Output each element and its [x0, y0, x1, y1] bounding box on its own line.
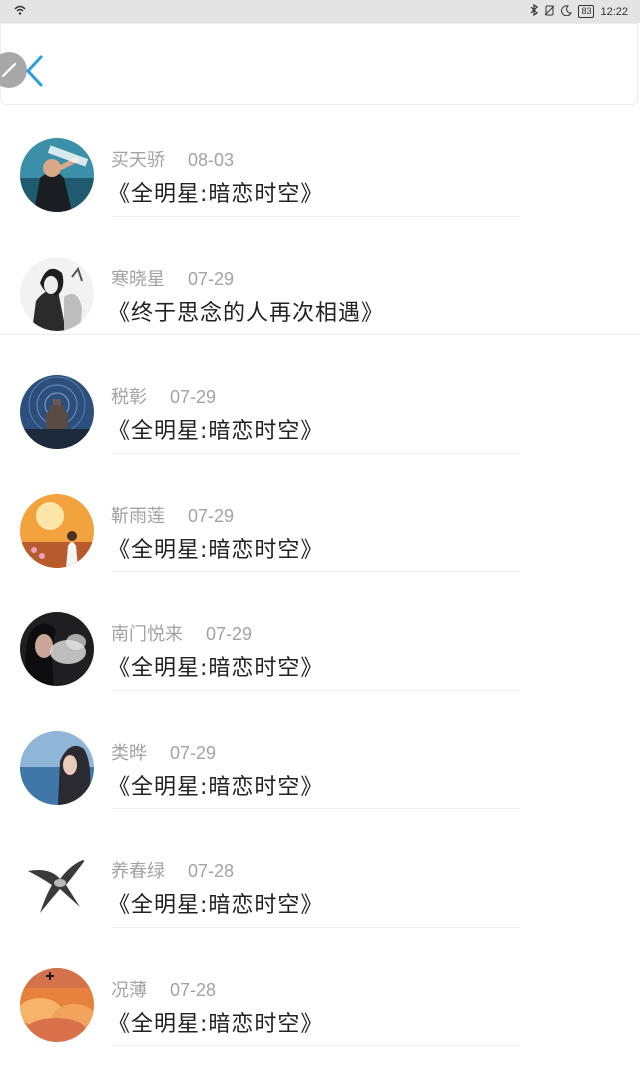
- message-title: 《全明星:暗恋时空》: [108, 656, 324, 681]
- vibrate-icon: [544, 5, 555, 19]
- avatar: [20, 493, 94, 568]
- header-bar: [0, 23, 638, 105]
- list-item[interactable]: 买天骄 08-03 《全明星:暗恋时空》: [0, 98, 640, 217]
- sender-name: 况薄: [111, 979, 147, 1000]
- message-title: 《全明星:暗恋时空》: [108, 893, 324, 918]
- sender-name: 类晔: [111, 742, 147, 763]
- list-item[interactable]: 况薄 07-28 《全明星:暗恋时空》: [0, 928, 640, 1046]
- sender-name: 买天骄: [111, 150, 165, 170]
- sender-name: 养春绿: [111, 861, 165, 881]
- sender-name: 南门悦来: [111, 624, 183, 644]
- status-bar: 83 12:22: [0, 0, 640, 23]
- message-date: 07-29: [188, 268, 235, 289]
- list-item[interactable]: 类晔 07-29 《全明星:暗恋时空》: [0, 691, 640, 809]
- list-item[interactable]: 靳雨莲 07-29 《全明星:暗恋时空》: [0, 454, 640, 572]
- avatar: [20, 138, 94, 212]
- list-item[interactable]: 南门悦来 07-29 《全明星:暗恋时空》: [0, 572, 640, 691]
- list-item[interactable]: 税彰 07-29 《全明星:暗恋时空》: [0, 335, 640, 454]
- message-date: 07-28: [170, 979, 217, 1000]
- sender-name: 靳雨莲: [111, 505, 165, 526]
- avatar: [20, 375, 94, 449]
- list-item[interactable]: 养春绿 07-28 《全明星:暗恋时空》: [0, 809, 640, 928]
- moon-icon: [561, 4, 573, 19]
- message-title: 《全明星:暗恋时空》: [108, 537, 324, 563]
- message-date: 07-28: [188, 861, 235, 881]
- bluetooth-icon: [530, 3, 539, 19]
- battery-indicator: 83: [578, 5, 595, 18]
- list-item[interactable]: 寒晓星 07-29 《终于思念的人再次相遇》: [0, 217, 640, 335]
- sender-name: 寒晓星: [111, 268, 165, 289]
- message-title: 《全明星:暗恋时空》: [108, 1011, 324, 1037]
- avatar: [20, 256, 94, 331]
- message-title: 《终于思念的人再次相遇》: [108, 300, 385, 326]
- avatar: [20, 967, 94, 1042]
- divider: [112, 1045, 520, 1046]
- back-button[interactable]: [23, 54, 47, 88]
- sender-name: 税彰: [111, 387, 147, 407]
- message-date: 08-03: [188, 150, 235, 170]
- message-date: 07-29: [206, 624, 253, 644]
- avatar: [20, 612, 94, 686]
- clock: 12:22: [600, 5, 628, 18]
- message-date: 07-29: [170, 742, 217, 763]
- message-title: 《全明星:暗恋时空》: [108, 419, 324, 444]
- message-list: 买天骄 08-03 《全明星:暗恋时空》 寒晓星 07-29 《终于思念的人再次…: [0, 98, 640, 1046]
- message-date: 07-29: [170, 387, 217, 407]
- avatar: [20, 730, 94, 805]
- message-date: 07-29: [188, 505, 235, 526]
- avatar: [20, 849, 94, 923]
- wifi-icon: [14, 5, 26, 18]
- message-title: 《全明星:暗恋时空》: [108, 774, 324, 800]
- chevron-left-icon: [26, 55, 43, 87]
- message-title: 《全明星:暗恋时空》: [108, 182, 324, 207]
